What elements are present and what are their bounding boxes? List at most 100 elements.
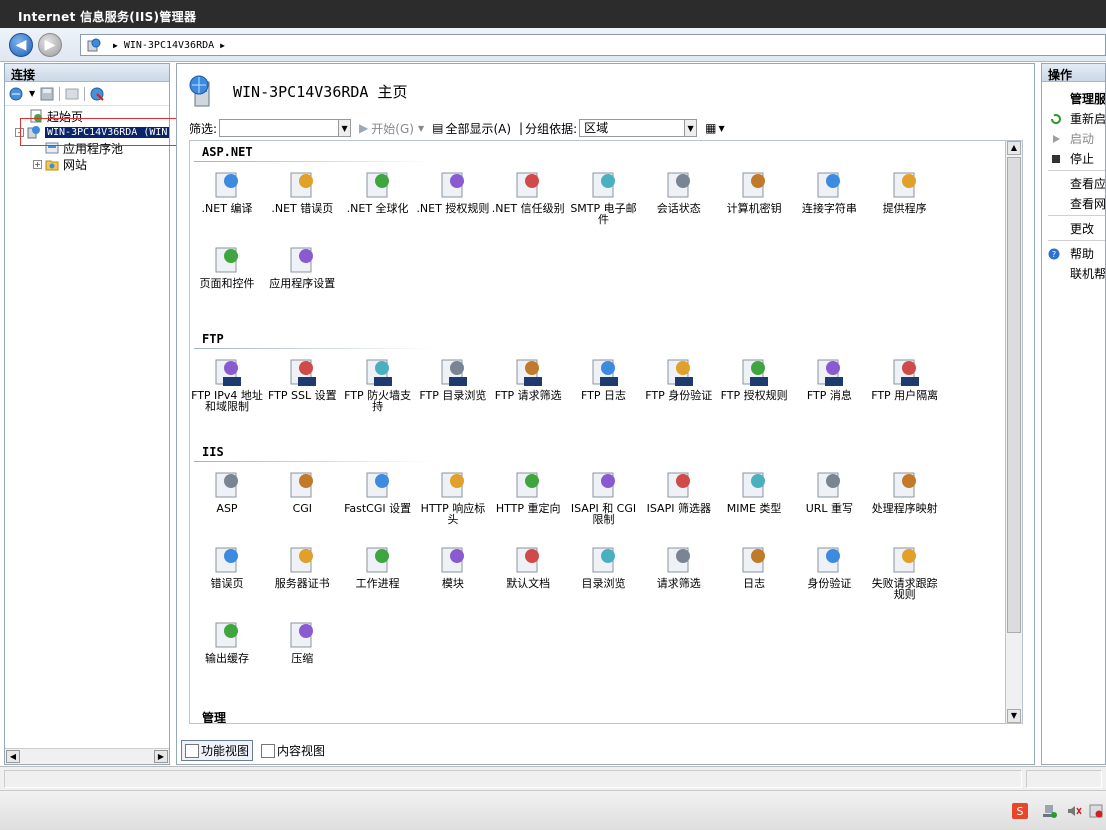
feature-tile[interactable]: .NET 信任级别	[491, 169, 565, 214]
feature-tile[interactable]: 服务器证书	[265, 544, 339, 589]
forward-button[interactable]: ▶	[38, 33, 62, 57]
feature-tile[interactable]: 日志	[717, 544, 791, 589]
feature-tile[interactable]: FTP 日志	[567, 356, 641, 401]
change-link[interactable]: 更改	[1070, 220, 1094, 237]
scroll-left-icon[interactable]: ◀	[6, 750, 20, 763]
scroll-right-icon[interactable]: ▶	[154, 750, 168, 763]
feature-tile[interactable]: ISAPI 和 CGI 限制	[567, 469, 641, 525]
group-by-select[interactable]: 区域	[579, 119, 686, 137]
machine-key-icon	[742, 172, 766, 198]
scroll-up-icon[interactable]: ▲	[1007, 141, 1021, 155]
start-filter-button[interactable]: ▶ 开始(G) ▼	[359, 120, 424, 137]
help-action[interactable]: ? 帮助	[1048, 245, 1094, 262]
group-title[interactable]: 管理	[202, 709, 226, 723]
feature-tile[interactable]: FTP 目录浏览	[416, 356, 490, 401]
feature-tile[interactable]: 提供程序	[868, 169, 942, 214]
feature-tile[interactable]: FTP 请求筛选	[491, 356, 565, 401]
feature-tile[interactable]: 应用程序设置	[265, 244, 339, 289]
feature-tile[interactable]: URL 重写	[792, 469, 866, 514]
restart-action[interactable]: 重新启	[1050, 110, 1105, 127]
volume-muted-icon[interactable]	[1066, 803, 1082, 819]
network-icon[interactable]	[1042, 803, 1058, 819]
view-app-pools-link[interactable]: 查看应	[1070, 175, 1105, 192]
feature-tile[interactable]: 连接字符串	[792, 169, 866, 214]
tab-features-view[interactable]: 功能视图	[181, 740, 254, 761]
feature-tile[interactable]: 会话状态	[642, 169, 716, 214]
feature-tile[interactable]: SMTP 电子邮件	[567, 169, 641, 225]
group-title[interactable]: FTP	[202, 332, 224, 346]
refresh-icon[interactable]	[64, 86, 80, 102]
view-mode-dropdown-icon[interactable]: ▼	[718, 124, 724, 133]
authorization-icon	[441, 172, 464, 198]
group-title[interactable]: ASP.NET	[202, 145, 253, 159]
view-mode-button[interactable]: ▦ ▼	[705, 121, 725, 135]
address-field[interactable]: ▶ WIN-3PC14V36RDA ▶	[80, 34, 1106, 56]
feature-tile[interactable]: ISAPI 筛选器	[642, 469, 716, 514]
address-chevron-icon[interactable]: ▶	[220, 41, 225, 50]
group-divider	[194, 461, 434, 462]
ftp-auth-icon	[667, 359, 693, 386]
input-method-icon[interactable]: S	[1012, 803, 1028, 819]
feature-tile[interactable]: MIME 类型	[717, 469, 791, 514]
feature-tile[interactable]: 工作进程	[341, 544, 415, 589]
horizontal-scrollbar[interactable]: ◀ ▶	[5, 748, 169, 764]
feature-tile[interactable]: 模块	[416, 544, 490, 589]
start-action[interactable]: 启动	[1050, 130, 1094, 147]
disconnect-icon[interactable]	[89, 86, 105, 102]
feature-tile[interactable]: 输出缓存	[190, 619, 264, 664]
back-button[interactable]: ◀	[9, 33, 33, 57]
group-title[interactable]: IIS	[202, 445, 224, 459]
feature-tile[interactable]: 失败请求跟踪规则	[868, 544, 942, 600]
address-path[interactable]: WIN-3PC14V36RDA	[124, 40, 214, 51]
feature-tile[interactable]: CGI	[265, 469, 339, 514]
feature-tile[interactable]: 错误页	[190, 544, 264, 589]
failed-request-icon	[893, 547, 916, 573]
online-help-link[interactable]: 联机帮	[1070, 265, 1105, 282]
scroll-thumb[interactable]	[1007, 157, 1021, 633]
feature-tile[interactable]: FTP 消息	[792, 356, 866, 401]
stop-action[interactable]: 停止	[1050, 150, 1094, 167]
filter-dropdown-icon[interactable]: ▼	[339, 119, 352, 137]
ftp-ipv4-icon	[215, 359, 241, 386]
show-all-button[interactable]: ▤ 全部显示(A)	[432, 120, 511, 137]
feature-tile[interactable]: 压缩	[265, 619, 339, 664]
save-icon[interactable]	[39, 86, 55, 102]
view-sites-link[interactable]: 查看网	[1070, 195, 1105, 212]
security-alert-icon[interactable]	[1088, 803, 1104, 819]
tree-item-sites[interactable]: + 网站	[33, 156, 87, 172]
feature-tile[interactable]: FTP IPv4 地址和域限制	[190, 356, 264, 412]
feature-tile[interactable]: FTP SSL 设置	[265, 356, 339, 401]
vertical-scrollbar[interactable]: ▲ ▼	[1005, 140, 1023, 724]
feature-tile[interactable]: 页面和控件	[190, 244, 264, 289]
feature-tile[interactable]: 请求筛选	[642, 544, 716, 589]
feature-tile[interactable]: 目录浏览	[567, 544, 641, 589]
feature-tile[interactable]: FTP 授权规则	[717, 356, 791, 401]
stop-icon	[1052, 154, 1060, 163]
feature-tile[interactable]: 身份验证	[792, 544, 866, 589]
connect-dropdown-icon[interactable]: ▼	[29, 89, 35, 98]
tab-content-view[interactable]: 内容视图	[257, 740, 329, 761]
connect-icon[interactable]	[9, 86, 25, 102]
feature-tile[interactable]: .NET 授权规则	[416, 169, 490, 214]
feature-tile[interactable]: .NET 编译	[190, 169, 264, 214]
feature-tile[interactable]: .NET 错误页	[265, 169, 339, 214]
feature-tile[interactable]: 处理程序映射	[868, 469, 942, 514]
app-settings-icon	[290, 247, 314, 273]
expand-icon[interactable]: +	[33, 159, 42, 169]
start-dropdown-icon[interactable]: ▼	[418, 124, 424, 133]
feature-tile[interactable]: FastCGI 设置	[341, 469, 415, 514]
page-title: WIN-3PC14V36RDA 主页	[233, 82, 408, 101]
feature-tile[interactable]: 计算机密钥	[717, 169, 791, 214]
feature-tile[interactable]: FTP 身份验证	[642, 356, 716, 401]
feature-tile[interactable]: 默认文档	[491, 544, 565, 589]
feature-tile[interactable]: FTP 用户隔离	[868, 356, 942, 401]
feature-tile[interactable]: FTP 防火墙支持	[341, 356, 415, 412]
connections-header: 连接	[5, 64, 169, 82]
feature-tile[interactable]: ASP	[190, 469, 264, 514]
scroll-down-icon[interactable]: ▼	[1007, 709, 1021, 723]
filter-input[interactable]	[219, 119, 340, 137]
feature-tile[interactable]: HTTP 响应标头	[416, 469, 490, 525]
group-by-dropdown-icon[interactable]: ▼	[685, 119, 698, 137]
feature-tile[interactable]: .NET 全球化	[341, 169, 415, 214]
feature-tile[interactable]: HTTP 重定向	[491, 469, 565, 514]
